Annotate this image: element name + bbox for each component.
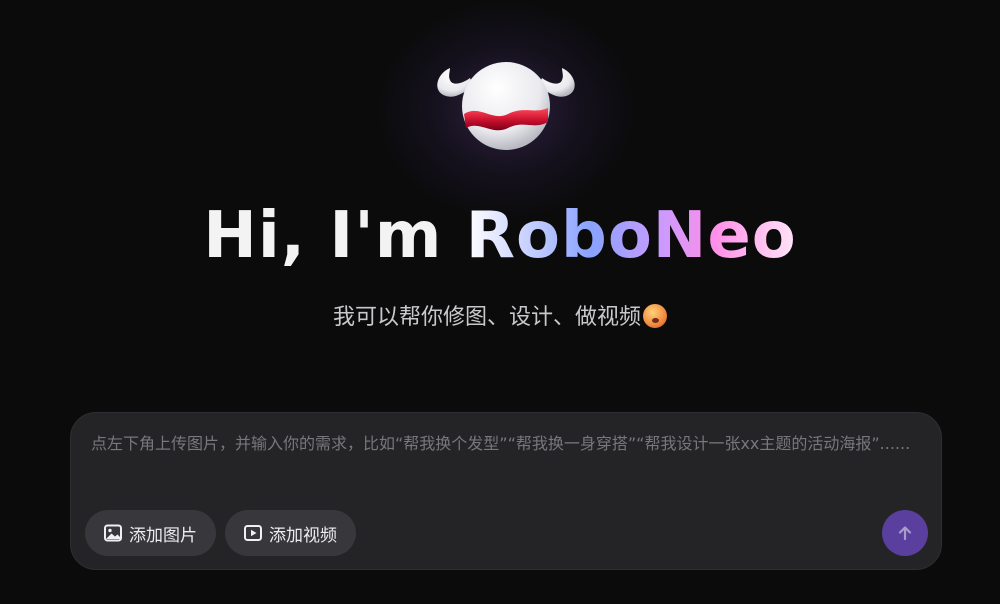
image-icon	[103, 523, 123, 543]
page-title: Hi, I'm RoboNeo	[0, 196, 1000, 276]
tagline: 我可以帮你修图、设计、做视频	[0, 302, 1000, 334]
prompt-input[interactable]	[91, 433, 927, 493]
greeting-text: Hi, I'm	[203, 199, 466, 273]
send-button[interactable]	[882, 510, 928, 556]
add-image-button[interactable]: 添加图片	[85, 510, 216, 556]
add-video-button[interactable]: 添加视频	[225, 510, 356, 556]
prompt-composer: 添加图片 添加视频	[70, 412, 942, 570]
play-icon	[243, 523, 263, 543]
add-video-label: 添加视频	[269, 525, 337, 546]
roboneo-mascot-icon	[437, 62, 575, 150]
tagline-text: 我可以帮你修图、设计、做视频	[332, 305, 641, 330]
add-image-label: 添加图片	[129, 525, 197, 546]
arrow-up-icon	[898, 526, 912, 541]
brand-name: RoboNeo	[465, 199, 797, 273]
star-struck-emoji-icon	[643, 304, 667, 328]
